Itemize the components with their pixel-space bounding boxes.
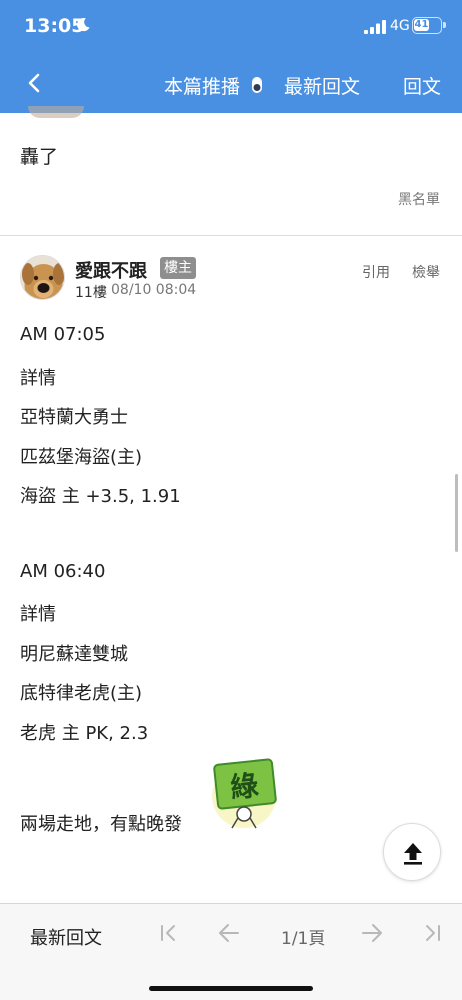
quote-button[interactable]: 引用 [362, 262, 390, 282]
post-line: 匹茲堡海盜(主) [20, 447, 143, 468]
post-divider [0, 235, 462, 236]
post-line: 詳情 [20, 604, 56, 625]
post-line: 詳情 [20, 368, 56, 389]
next-page-icon[interactable] [361, 923, 383, 943]
last-page-icon[interactable] [423, 924, 441, 942]
back-chevron-icon[interactable] [22, 70, 48, 96]
avatar[interactable] [20, 255, 65, 300]
op-badge: 樓主 [160, 257, 196, 279]
latest-reply-link[interactable]: 最新回文 [284, 72, 360, 99]
footer-latest-reply[interactable]: 最新回文 [30, 924, 102, 950]
network-type: 4G [390, 18, 410, 34]
push-notification-title[interactable]: 本篇推播 [164, 72, 240, 99]
nav-bar: 本篇推播 最新回文 回文 [0, 56, 462, 113]
app-header: 13:05 4G 41 本篇推播 最新回文 回文 [0, 0, 462, 113]
post-date: 08/10 08:04 [111, 282, 197, 298]
toggle-icon[interactable] [250, 76, 264, 94]
post-line: 明尼蘇達雙城 [20, 644, 128, 665]
status-bar: 13:05 4G 41 [0, 0, 462, 56]
post-line: 海盜 主 +3.5, 1.91 [20, 486, 181, 507]
battery-tip [443, 22, 446, 28]
scrollbar[interactable] [455, 474, 458, 552]
green-sticker-icon: 綠 [212, 758, 277, 829]
post-line: 底特律老虎(主) [20, 683, 143, 704]
scroll-top-icon [404, 843, 422, 865]
moon-icon [77, 18, 90, 32]
prev-page-icon[interactable] [218, 923, 240, 943]
floor-number: 11樓 [75, 285, 107, 301]
post-line: 老虎 主 PK, 2.3 [20, 723, 149, 744]
battery-icon: 41 [412, 17, 442, 34]
bottom-toolbar: 最新回文 1/1頁 [0, 903, 462, 1000]
dog-avatar-icon [21, 256, 64, 299]
page-indicator[interactable]: 1/1頁 [281, 924, 325, 949]
battery-level: 41 [414, 19, 429, 31]
previous-post-text: 轟了 [20, 146, 59, 168]
post-line: 兩場走地，有點晚發 [20, 814, 182, 835]
scroll-to-top-button[interactable] [383, 823, 441, 881]
reply-button[interactable]: 回文 [403, 72, 441, 99]
home-indicator [149, 986, 313, 991]
signal-icon [364, 20, 386, 34]
report-button[interactable]: 檢舉 [412, 262, 440, 282]
sticker-char: 綠 [229, 769, 260, 805]
post-line: AM 06:40 [20, 561, 106, 582]
post-line: 亞特蘭大勇士 [20, 407, 128, 428]
first-page-icon[interactable] [160, 924, 178, 942]
previous-avatar [28, 106, 84, 118]
blacklist-button[interactable]: 黑名單 [398, 189, 440, 209]
post-line: AM 07:05 [20, 324, 106, 345]
username[interactable]: 愛跟不跟 [75, 257, 147, 283]
